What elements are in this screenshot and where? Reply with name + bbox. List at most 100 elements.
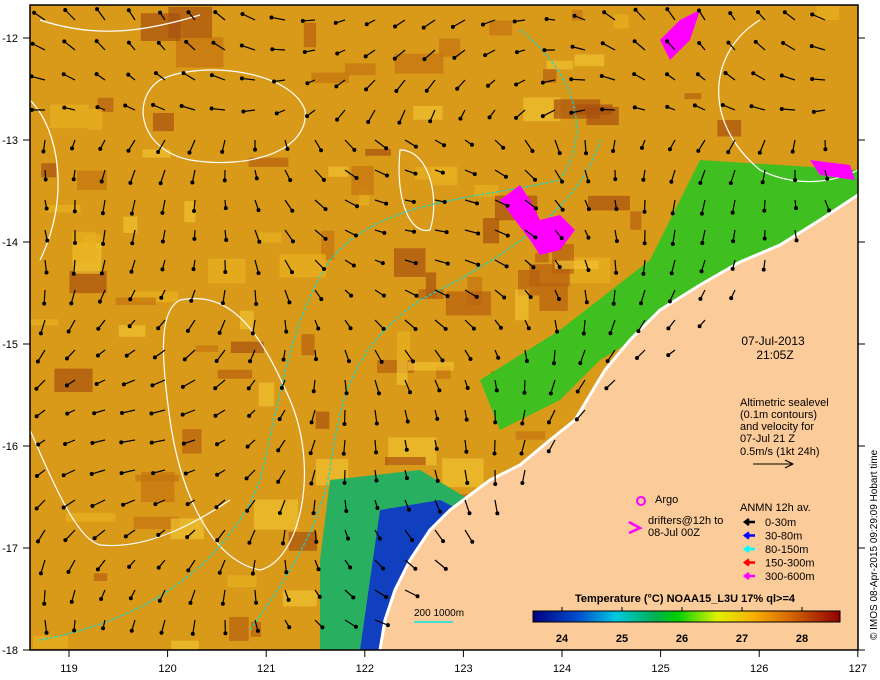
velocity-arrow-head <box>793 177 798 182</box>
velocity-arrow-head <box>321 177 326 182</box>
velocity-arrow-head <box>159 630 164 635</box>
velocity-arrow-head <box>810 76 815 81</box>
velocity-arrow-head <box>61 505 66 510</box>
velocity-arrow-head <box>256 271 261 276</box>
velocity-arrow-head <box>809 44 814 49</box>
velocity-arrow-head <box>435 416 440 421</box>
velocity-arrow-head <box>351 595 356 600</box>
velocity-arrow-head <box>779 73 784 78</box>
velocity-arrow-head <box>605 359 610 364</box>
velocity-arrow-head <box>239 43 244 48</box>
velocity-arrow-head <box>570 44 575 49</box>
velocity-arrow-head <box>63 7 68 12</box>
velocity-arrow-head <box>99 596 104 601</box>
colorbar <box>532 610 841 623</box>
sst-patch <box>227 575 257 588</box>
velocity-arrow-head <box>569 77 574 82</box>
velocity-arrow-head <box>126 148 131 153</box>
note-line: and velocity for <box>740 421 814 433</box>
velocity-arrow-head <box>384 201 389 206</box>
sst-patch <box>253 499 299 530</box>
velocity-arrow-head <box>404 476 409 481</box>
velocity-arrow-head <box>71 271 76 276</box>
velocity-arrow-head <box>669 271 674 276</box>
velocity-arrow-head <box>779 107 784 112</box>
velocity-arrow-head <box>160 267 165 272</box>
velocity-arrow-head <box>95 105 100 110</box>
velocity-arrow-head <box>458 116 463 121</box>
velocity-arrow-head <box>811 109 816 114</box>
velocity-arrow-head <box>314 357 319 362</box>
velocity-arrow-head <box>574 417 579 422</box>
velocity-arrow-head <box>61 473 66 478</box>
lat-tick-label: -17 <box>2 543 18 555</box>
colorbar-tick-label: 28 <box>796 633 808 645</box>
sst-patch <box>684 93 702 100</box>
velocity-arrow-head <box>502 295 507 300</box>
velocity-arrow-head <box>720 102 725 107</box>
velocity-arrow-head <box>250 331 255 336</box>
velocity-arrow-head <box>392 56 397 61</box>
velocity-arrow-head <box>413 144 418 149</box>
velocity-arrow-head <box>556 296 561 301</box>
velocity-arrow-head <box>245 444 250 449</box>
lon-tick-label: 125 <box>651 663 669 675</box>
velocity-arrow-head <box>245 508 250 513</box>
sst-patch <box>394 53 444 74</box>
velocity-arrow-head <box>186 10 191 15</box>
velocity-arrow-head <box>151 102 156 107</box>
sst-patch <box>489 20 513 36</box>
sst-patch <box>315 411 330 429</box>
sst-patch <box>118 325 146 337</box>
velocity-arrow-head <box>185 535 190 540</box>
velocity-arrow-head <box>129 628 134 633</box>
velocity-arrow-head <box>333 20 338 25</box>
velocity-arrow-head <box>287 625 292 630</box>
velocity-arrow-head <box>44 206 49 211</box>
velocity-arrow-head <box>695 72 700 77</box>
velocity-arrow-head <box>697 324 702 329</box>
velocity-arrow-head <box>614 239 619 244</box>
sst-patch <box>553 99 601 119</box>
velocity-arrow-head <box>256 208 261 213</box>
velocity-arrow-head <box>522 390 527 395</box>
velocity-arrow-head <box>428 119 433 124</box>
velocity-arrow-head <box>512 19 517 24</box>
velocity-arrow-head <box>442 143 447 148</box>
velocity-arrow-head <box>667 147 672 152</box>
velocity-arrow-head <box>665 104 670 109</box>
velocity-arrow-head <box>699 269 704 274</box>
argo-label: Argo <box>655 494 678 506</box>
velocity-arrow-head <box>411 199 416 204</box>
velocity-arrow-head <box>379 359 384 364</box>
sst-patch <box>445 291 492 316</box>
velocity-arrow-head <box>311 511 316 516</box>
velocity-arrow-head <box>544 17 549 22</box>
velocity-arrow-head <box>309 420 314 425</box>
velocity-arrow-head <box>94 39 99 44</box>
velocity-arrow-head <box>128 297 133 302</box>
velocity-arrow-head <box>121 502 126 507</box>
velocity-arrow-head <box>213 413 218 418</box>
lon-tick-label: 126 <box>750 663 768 675</box>
velocity-arrow-head <box>65 411 70 416</box>
velocity-arrow-head <box>224 237 229 242</box>
velocity-arrow-head <box>384 595 389 600</box>
velocity-arrow-head <box>666 326 671 331</box>
velocity-arrow-head <box>274 111 279 116</box>
velocity-arrow-head <box>344 391 349 396</box>
velocity-arrow-head <box>560 207 565 212</box>
velocity-arrow-head <box>34 506 39 511</box>
velocity-arrow-head <box>99 271 104 276</box>
velocity-arrow-head <box>413 261 418 266</box>
velocity-arrow-head <box>92 536 97 541</box>
velocity-arrow-head <box>375 506 380 511</box>
velocity-arrow-head <box>223 631 228 636</box>
sst-patch <box>88 109 103 130</box>
velocity-arrow-head <box>182 357 187 362</box>
velocity-arrow-head <box>44 630 49 635</box>
velocity-arrow-head <box>99 179 104 184</box>
velocity-arrow-head <box>377 536 382 541</box>
velocity-arrow-head <box>514 50 519 55</box>
velocity-arrow-head <box>246 386 251 391</box>
